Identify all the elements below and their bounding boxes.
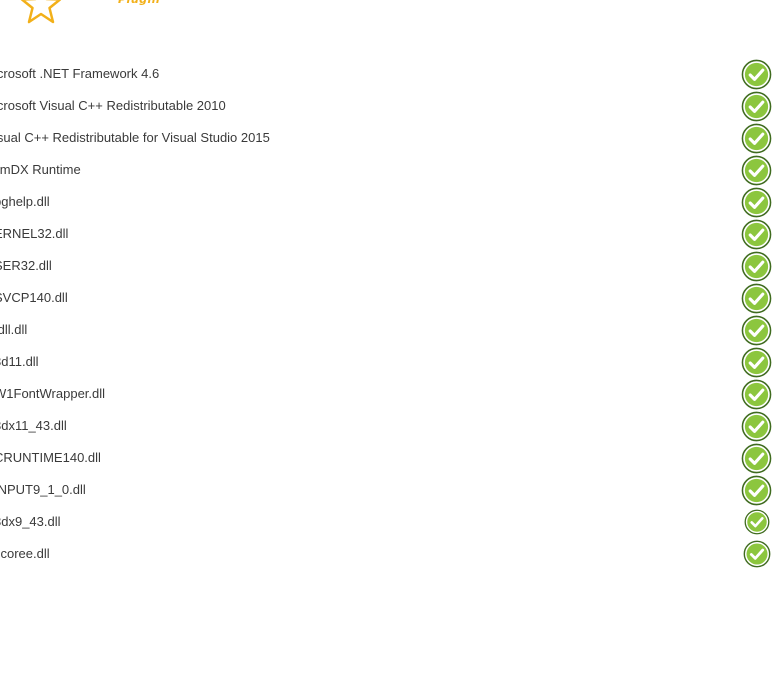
dependency-name: CRUNTIME140.dll <box>0 450 101 465</box>
dependency-row: icrosoft Visual C++ Redistributable 2010 <box>0 90 783 122</box>
check-circle-icon <box>741 91 772 122</box>
dependency-row: SER32.dll <box>0 250 783 282</box>
dependency-name: icrosoft Visual C++ Redistributable 2010 <box>0 98 226 113</box>
dependency-row: 3dx11_43.dll <box>0 410 783 442</box>
dependency-list: icrosoft .NET Framework 4.6 icrosoft Vis… <box>0 58 783 570</box>
dependency-name: bghelp.dll <box>0 194 50 209</box>
dependency-name: ERNEL32.dll <box>0 226 69 241</box>
check-circle-icon <box>741 187 772 218</box>
check-circle-icon <box>741 123 772 154</box>
dependency-row: bghelp.dll <box>0 186 783 218</box>
dependency-name: 3d11.dll <box>0 354 39 369</box>
check-circle-icon <box>741 283 772 314</box>
brand-logo: Plugin Hook <box>118 0 182 8</box>
dependency-name: 3dx11_43.dll <box>0 418 67 433</box>
star-outline-icon <box>20 0 62 24</box>
dependency-name: isual C++ Redistributable for Visual Stu… <box>0 130 270 145</box>
dependency-row: isual C++ Redistributable for Visual Stu… <box>0 122 783 154</box>
dependency-row: limDX Runtime <box>0 154 783 186</box>
dependency-row: ERNEL32.dll <box>0 218 783 250</box>
check-circle-icon <box>741 347 772 378</box>
dependency-row: SVCP140.dll <box>0 282 783 314</box>
dependency-name: W1FontWrapper.dll <box>0 386 106 401</box>
dependency-row: 3d11.dll <box>0 346 783 378</box>
header: Plugin Hook <box>0 0 783 40</box>
dependency-row: icrosoft .NET Framework 4.6 <box>0 58 783 90</box>
dependency-name: limDX Runtime <box>0 162 81 177</box>
dependency-name: SVCP140.dll <box>0 290 68 305</box>
check-circle-icon <box>741 59 772 90</box>
dependency-name: SER32.dll <box>0 258 52 273</box>
dependency-row: W1FontWrapper.dll <box>0 378 783 410</box>
check-circle-icon <box>741 219 772 250</box>
check-circle-icon <box>743 540 771 568</box>
check-circle-icon <box>741 411 772 442</box>
dependency-name: icrosoft .NET Framework 4.6 <box>0 66 160 81</box>
check-circle-icon <box>741 379 772 410</box>
check-circle-icon <box>741 443 772 474</box>
dependency-row: INPUT9_1_0.dll <box>0 474 783 506</box>
dependency-row: scoree.dll <box>0 538 783 570</box>
check-circle-icon <box>741 475 772 506</box>
check-circle-icon <box>741 315 772 346</box>
check-circle-icon <box>744 509 770 535</box>
dependency-name: scoree.dll <box>0 546 50 561</box>
dependency-name: tdll.dll <box>0 322 28 337</box>
dependency-row: 3dx9_43.dll <box>0 506 783 538</box>
dependency-name: 3dx9_43.dll <box>0 514 61 529</box>
check-circle-icon <box>741 155 772 186</box>
dependency-row: tdll.dll <box>0 314 783 346</box>
dependency-name: INPUT9_1_0.dll <box>0 482 86 497</box>
dependency-row: CRUNTIME140.dll <box>0 442 783 474</box>
check-circle-icon <box>741 251 772 282</box>
